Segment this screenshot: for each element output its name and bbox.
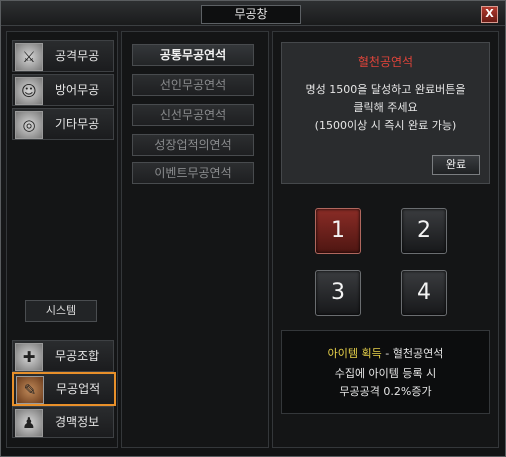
page-button-4[interactable]: 4: [401, 270, 447, 316]
sidebar-item-label: 경맥정보: [55, 415, 100, 429]
reward-title-rest: - 혈천공연석: [381, 347, 444, 360]
sword-icon: ⚔: [15, 43, 43, 71]
tab-sinseon[interactable]: 신선무공연석: [132, 104, 254, 126]
tab-common[interactable]: 공통무공연석: [132, 44, 254, 66]
sidebar-item-label: 무공조합: [55, 349, 100, 363]
info-line-3: (1500이상 시 즉시 완료 가능): [314, 119, 457, 132]
system-label: 시스템: [25, 300, 97, 322]
reward-line-2: 무공공격 0.2%증가: [339, 385, 432, 398]
stone-title: 혈천공연석: [357, 55, 414, 69]
window-title: 무공창: [201, 5, 301, 24]
complete-button[interactable]: 완료: [432, 155, 480, 175]
stone-tab-list: 공통무공연석 선인무공연석 신선무공연석 성장업적의연석 이벤트무공연석: [121, 31, 269, 448]
tab-event[interactable]: 이벤트무공연석: [132, 162, 254, 184]
page-button-2[interactable]: 2: [401, 208, 447, 254]
sidebar-item-attack[interactable]: ⚔ 공격무공: [12, 40, 114, 72]
tab-growth[interactable]: 성장업적의연석: [132, 134, 254, 156]
category-sidebar: ⚔ 공격무공 ☺ 방어무공 ◎ 기타무공 시스템 ✚ 무공조합 ✎ 무공업적 ♟…: [6, 31, 118, 448]
scroll-icon: ✎: [16, 376, 44, 404]
info-line-2: 클릭해 주세요: [353, 101, 418, 114]
swirl-icon: ◎: [15, 111, 43, 139]
sidebar-item-label: 무공업적: [56, 382, 101, 396]
detail-panel: 혈천공연석 명성 1500을 달성하고 완료버튼을 클릭해 주세요 (1500이…: [272, 31, 499, 448]
person-icon: ☺: [15, 77, 43, 105]
close-button[interactable]: X: [481, 6, 498, 23]
sidebar-item-label: 기타무공: [55, 117, 100, 131]
sidebar-item-other[interactable]: ◎ 기타무공: [12, 108, 114, 140]
reward-line-1: 수집에 아이템 등록 시: [334, 367, 437, 380]
sidebar-item-meridian[interactable]: ♟ 경맥정보: [12, 406, 114, 438]
page-button-3[interactable]: 3: [315, 270, 361, 316]
skill-window: 무공창 X ⚔ 공격무공 ☺ 방어무공 ◎ 기타무공 시스템 ✚ 무공조합 ✎ …: [0, 0, 506, 457]
meridian-icon: ♟: [15, 409, 43, 437]
tab-seonin[interactable]: 선인무공연석: [132, 74, 254, 96]
sidebar-item-combine[interactable]: ✚ 무공조합: [12, 340, 114, 372]
page-button-1[interactable]: 1: [315, 208, 361, 254]
reward-title: 아이템 획득 - 혈천공연석: [282, 345, 489, 361]
reward-title-highlight: 아이템 획득: [327, 347, 382, 360]
quest-info-panel: 혈천공연석 명성 1500을 달성하고 완료버튼을 클릭해 주세요 (1500이…: [281, 42, 490, 184]
title-bar[interactable]: 무공창 X: [1, 1, 505, 26]
combine-icon: ✚: [15, 343, 43, 371]
sidebar-item-label: 공격무공: [55, 49, 100, 63]
reward-panel: 아이템 획득 - 혈천공연석 수집에 아이템 등록 시 무공공격 0.2%증가: [281, 330, 490, 414]
sidebar-item-label: 방어무공: [55, 83, 100, 97]
sidebar-item-defense[interactable]: ☺ 방어무공: [12, 74, 114, 106]
sidebar-item-achievement[interactable]: ✎ 무공업적: [12, 372, 116, 406]
info-line-1: 명성 1500을 달성하고 완료버튼을: [305, 83, 466, 96]
